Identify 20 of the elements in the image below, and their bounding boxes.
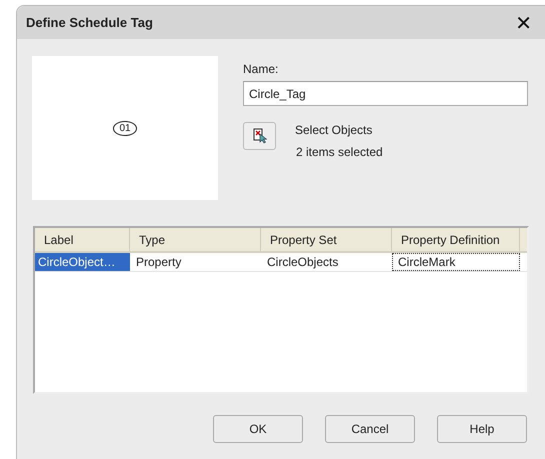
dialog-button[interactable]: Cancel [325,415,415,443]
table-cell[interactable]: Property [130,253,261,271]
column-header[interactable]: Property Set [261,228,392,251]
close-button[interactable]: ✕ [515,10,532,34]
table-cell[interactable]: CircleObject… [35,253,130,271]
table-cell[interactable]: CircleMark [392,253,520,271]
tag-bubble: 01 [113,120,137,136]
name-field[interactable]: Circle_Tag [243,81,528,106]
selection-status: 2 items selected [296,145,383,159]
dialog-button[interactable]: Help [437,415,527,443]
table-cell[interactable]: CircleObjects [261,253,392,271]
select-cursor-icon [252,128,266,144]
column-header[interactable]: Property Definition [392,228,520,251]
dialog-button[interactable]: OK [213,415,303,443]
window-title: Define Schedule Tag [26,15,153,30]
select-objects-button[interactable] [243,122,276,150]
column-header[interactable]: Label [35,228,130,251]
name-label: Name: [243,62,280,76]
select-objects-label: Select Objects [295,123,374,137]
column-header[interactable]: Type [130,228,261,251]
